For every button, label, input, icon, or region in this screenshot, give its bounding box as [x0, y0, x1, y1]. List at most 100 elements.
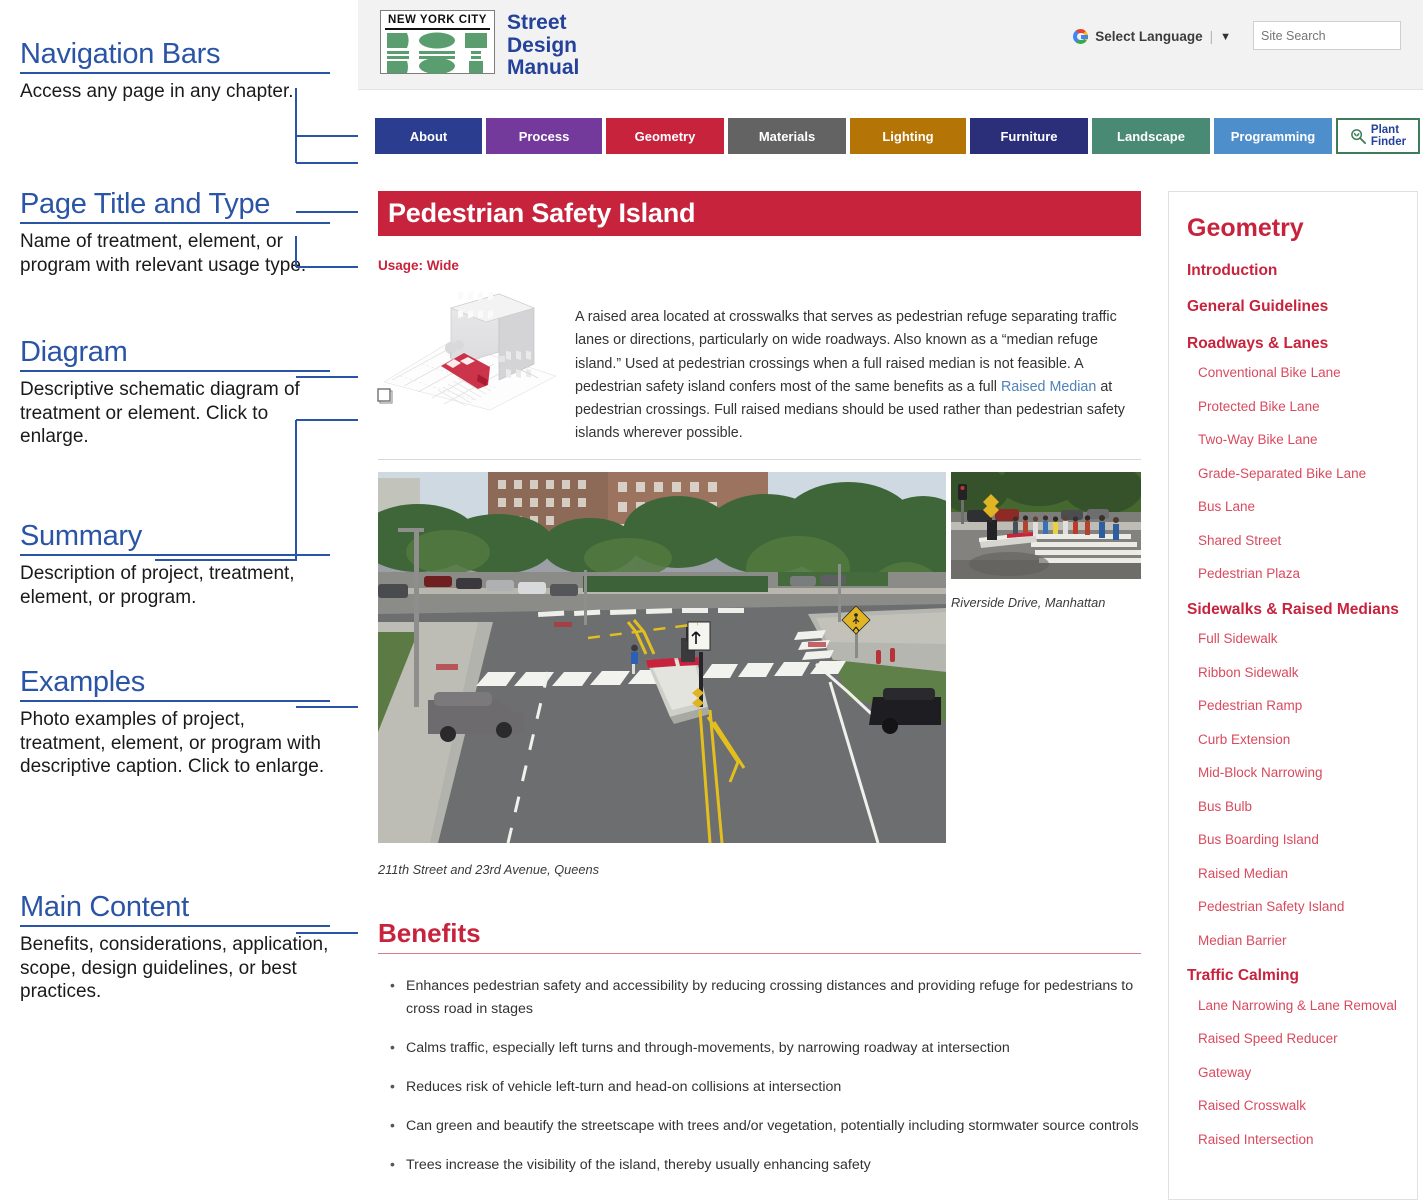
example-photo-side[interactable] — [951, 472, 1141, 579]
nav-tab-programming[interactable]: Programming — [1214, 118, 1332, 154]
rail-item-bus-boarding-island[interactable]: Bus Boarding Island — [1198, 832, 1399, 848]
enlarge-icon[interactable] — [375, 387, 395, 406]
rail-item-raised-speed-reducer[interactable]: Raised Speed Reducer — [1198, 1031, 1399, 1047]
annotation-title: Summary — [20, 520, 142, 552]
rail-item-lane-narrowing-lane-removal[interactable]: Lane Narrowing & Lane Removal — [1198, 998, 1399, 1014]
benefits-heading: Benefits — [378, 918, 481, 948]
annotation-body: Photo examples of project, treatment, el… — [20, 709, 325, 778]
logo-dot-letters — [385, 32, 490, 74]
rail-item-mid-block-narrowing[interactable]: Mid-Block Narrowing — [1198, 765, 1399, 781]
rail-group-sidewalks-raised-medians[interactable]: Sidewalks & Raised Medians — [1187, 600, 1399, 619]
summary-paragraph: A raised area located at crosswalks that… — [575, 306, 1135, 445]
annotation-title: Main Content — [20, 891, 189, 923]
nav-tab-furniture[interactable]: Furniture — [970, 118, 1088, 154]
logo-city-text: NEW YORK CITY — [388, 14, 487, 26]
annotation-underline — [20, 700, 330, 702]
plant-finder-label: Plant Finder — [1371, 124, 1406, 149]
rail-group-general-guidelines[interactable]: General Guidelines — [1187, 297, 1399, 316]
rail-item-grade-separated-bike-lane[interactable]: Grade-Separated Bike Lane — [1198, 466, 1399, 482]
nav-tab-about[interactable]: About — [375, 118, 482, 154]
example-photo-side-caption: Riverside Drive, Manhattan — [951, 595, 1106, 610]
annotation-title: Navigation Bars — [20, 38, 221, 70]
annotation-column: Navigation Bars Access any page in any c… — [0, 0, 365, 1200]
rail-item-gateway[interactable]: Gateway — [1198, 1065, 1399, 1081]
rail-item-raised-median[interactable]: Raised Median — [1198, 866, 1399, 882]
logo-rule — [385, 27, 490, 30]
page-title: Pedestrian Safety Island — [388, 198, 696, 228]
site-page: NEW YORK CITY Street Design Manual Selec… — [358, 0, 1423, 1200]
annotation-examples: Examples Photo examples of project, trea… — [20, 668, 330, 779]
benefits-section-header: Benefits — [378, 918, 1141, 954]
rail-item-bus-bulb[interactable]: Bus Bulb — [1198, 799, 1399, 815]
plant-search-icon — [1351, 128, 1366, 144]
rail-item-conventional-bike-lane[interactable]: Conventional Bike Lane — [1198, 365, 1399, 381]
nav-tab-process[interactable]: Process — [486, 118, 602, 154]
rail-item-bus-lane[interactable]: Bus Lane — [1198, 499, 1399, 515]
benefits-underline — [378, 953, 1141, 954]
language-label: Select Language — [1095, 29, 1203, 44]
example-photo-main[interactable] — [378, 472, 946, 843]
page-title-band: Pedestrian Safety Island — [378, 191, 1141, 236]
site-logo[interactable]: NEW YORK CITY Street Design Manual — [380, 10, 579, 80]
language-selector[interactable]: Select Language | ▼ — [1073, 29, 1231, 44]
rail-item-raised-crosswalk[interactable]: Raised Crosswalk — [1198, 1098, 1399, 1114]
annotation-underline — [20, 222, 330, 224]
rail-group-roadways-lanes[interactable]: Roadways & Lanes — [1187, 334, 1399, 353]
site-title-line-2: Design — [507, 33, 578, 57]
annotation-title: Page Title and Type — [20, 188, 271, 220]
rail-chapter-title: Geometry — [1187, 214, 1304, 242]
google-translate-icon — [1073, 29, 1089, 44]
annotation-title: Diagram — [20, 336, 128, 368]
nav-tab-materials[interactable]: Materials — [728, 118, 846, 154]
search-input[interactable] — [1254, 22, 1423, 49]
benefits-list: Enhances pedestrian safety and accessibi… — [378, 974, 1141, 1193]
rail-item-full-sidewalk[interactable]: Full Sidewalk — [1198, 631, 1399, 647]
rail-item-pedestrian-safety-island[interactable]: Pedestrian Safety Island — [1198, 899, 1399, 915]
plant-finder-button[interactable]: Plant Finder — [1336, 118, 1420, 154]
nav-tab-landscape[interactable]: Landscape — [1092, 118, 1210, 154]
plant-finder-label-line1: Plant — [1370, 123, 1400, 136]
annotation-body: Description of project, treatment, eleme… — [20, 563, 295, 608]
annotation-underline — [20, 370, 330, 372]
site-search[interactable] — [1253, 21, 1423, 50]
rail-item-raised-intersection[interactable]: Raised Intersection — [1198, 1132, 1399, 1148]
schematic-diagram-thumbnail[interactable] — [378, 290, 563, 412]
annotation-body: Name of treatment, element, or program w… — [20, 231, 307, 276]
annotation-navigation-bars: Navigation Bars Access any page in any c… — [20, 40, 330, 104]
rail-item-ribbon-sidewalk[interactable]: Ribbon Sidewalk — [1198, 665, 1399, 681]
annotation-body: Access any page in any chapter. — [20, 81, 294, 102]
annotation-summary: Summary Description of project, treatmen… — [20, 522, 330, 609]
rail-item-two-way-bike-lane[interactable]: Two-Way Bike Lane — [1198, 432, 1399, 448]
benefit-item: Reduces risk of vehicle left-turn and he… — [390, 1075, 1141, 1099]
rail-group-traffic-calming[interactable]: Traffic Calming — [1187, 966, 1399, 985]
nav-tab-lighting[interactable]: Lighting — [850, 118, 966, 154]
site-title-line-3: Manual — [507, 56, 580, 80]
rail-item-protected-bike-lane[interactable]: Protected Bike Lane — [1198, 399, 1399, 415]
site-title-line-1: Street — [507, 11, 567, 34]
chapter-contents-rail[interactable]: Geometry Introduction General Guidelines R… — [1168, 191, 1418, 1200]
annotation-main-content: Main Content Benefits, considerations, a… — [20, 893, 330, 1004]
site-header: NEW YORK CITY Street Design Manual Selec… — [358, 0, 1423, 90]
page-usage-type: Usage: Wide — [378, 258, 459, 273]
annotation-page-title-and-type: Page Title and Type Name of treatment, e… — [20, 190, 330, 277]
rail-item-shared-street[interactable]: Shared Street — [1198, 533, 1399, 549]
section-divider — [378, 459, 1141, 460]
chevron-down-icon[interactable]: ▼ — [1220, 31, 1231, 43]
annotation-title: Examples — [20, 666, 145, 698]
chapter-navigation-bar[interactable]: About Process Geometry Materials Lighting Fur… — [375, 118, 1420, 154]
rail-item-curb-extension[interactable]: Curb Extension — [1198, 732, 1399, 748]
rail-item-pedestrian-ramp[interactable]: Pedestrian Ramp — [1198, 698, 1399, 714]
annotation-underline — [20, 72, 330, 74]
benefit-item: Enhances pedestrian safety and accessibi… — [390, 974, 1141, 1021]
raised-median-link[interactable]: Raised Median — [1001, 379, 1096, 395]
annotation-body: Descriptive schematic diagram of treatme… — [20, 379, 300, 448]
rail-item-pedestrian-plaza[interactable]: Pedestrian Plaza — [1198, 566, 1399, 582]
benefit-item: Trees increase the visibility of the isl… — [390, 1153, 1141, 1177]
benefit-item: Calms traffic, especially left turns and… — [390, 1036, 1141, 1060]
nav-tab-geometry[interactable]: Geometry — [606, 118, 724, 154]
rail-group-introduction[interactable]: Introduction — [1187, 261, 1399, 280]
rail-section-list[interactable]: Introduction General Guidelines Roadways &… — [1187, 261, 1399, 1147]
plant-finder-label-line2: Finder — [1370, 136, 1407, 148]
nycdot-logo[interactable]: NEW YORK CITY — [380, 10, 495, 74]
rail-item-median-barrier[interactable]: Median Barrier — [1198, 933, 1399, 949]
